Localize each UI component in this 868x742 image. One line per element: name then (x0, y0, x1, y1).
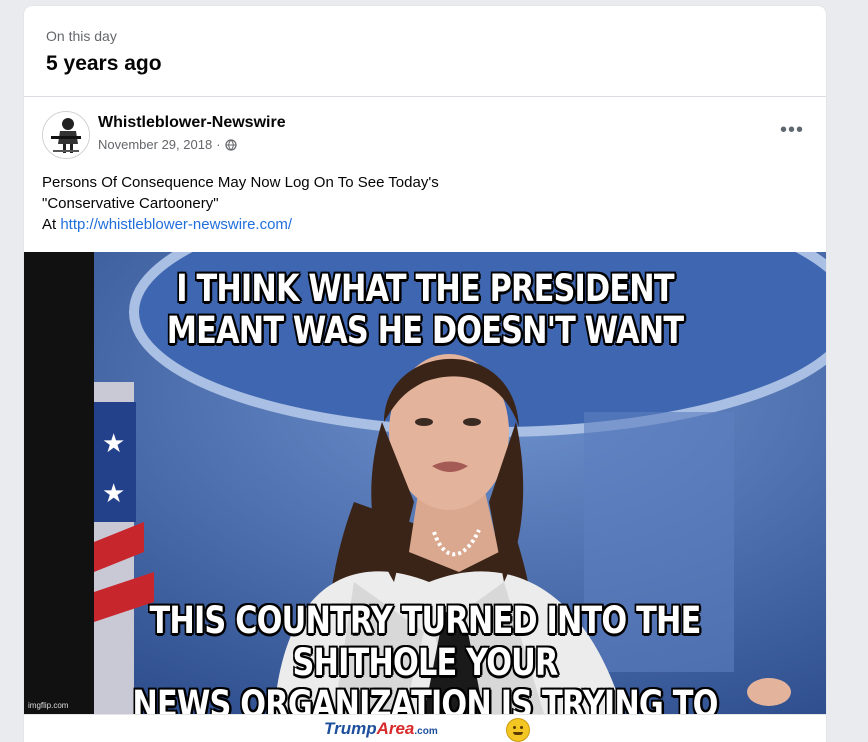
post-text: Persons Of Consequence May Now Log On To… (42, 172, 802, 235)
more-options-icon[interactable]: ••• (780, 120, 804, 140)
brand-part-trump: Trump (324, 719, 377, 738)
meme-caption-line: THIS COUNTRY TURNED INTO THE SHITHOLE YO… (149, 599, 702, 684)
smiley-emoji-icon (506, 718, 530, 742)
brand-part-com: .com (414, 726, 438, 737)
meme-top-caption: I THINK WHAT THE PRESIDENT MEANT WAS HE … (96, 268, 754, 352)
post-text-line: Persons Of Consequence May Now Log On To… (42, 174, 439, 191)
post-author-name[interactable]: Whistleblower-Newswire (98, 114, 286, 132)
meme-caption-line: I THINK WHAT THE PRESIDENT (176, 267, 674, 310)
meta-separator: · (216, 137, 221, 152)
years-ago-title: 5 years ago (46, 52, 162, 75)
whistleblower-logo-icon (43, 112, 89, 158)
brand-part-area: Area (376, 719, 415, 738)
on-this-day-label: On this day (46, 28, 117, 44)
author-avatar[interactable] (42, 111, 90, 159)
post-meta: November 29, 2018 · (98, 137, 237, 152)
globe-icon (224, 138, 237, 151)
image-footer-banner: TrumpArea.com (24, 714, 826, 742)
post-link[interactable]: http://whistleblower-newswire.com/ (60, 216, 292, 233)
imgflip-watermark: imgflip.com (28, 701, 69, 710)
meme-image[interactable]: ★ ★ I THINK WHAT THE PRESIDENT MEANT WAS… (24, 252, 826, 714)
post-date[interactable]: November 29, 2018 (98, 137, 212, 152)
svg-text:★: ★ (102, 428, 125, 458)
svg-text:★: ★ (102, 478, 125, 508)
meme-caption-line: NEWS ORGANIZATION IS TRYING TO TURN IT I… (132, 683, 718, 715)
on-this-day-header: On this day 5 years ago (24, 6, 826, 97)
post-text-line: At http://whistleblower-newswire.com/ (42, 214, 802, 235)
memory-card: On this day 5 years ago Whistleblower-Ne… (24, 6, 826, 742)
post-text-line: "Conservative Cartoonery" (42, 195, 219, 212)
meme-caption-line: MEANT WAS HE DOESN'T WANT (166, 309, 684, 352)
meme-bottom-caption: THIS COUNTRY TURNED INTO THE SHITHOLE YO… (96, 599, 754, 715)
trumparea-logo: TrumpArea.com (324, 719, 438, 739)
post-text-prefix: At (42, 216, 61, 233)
